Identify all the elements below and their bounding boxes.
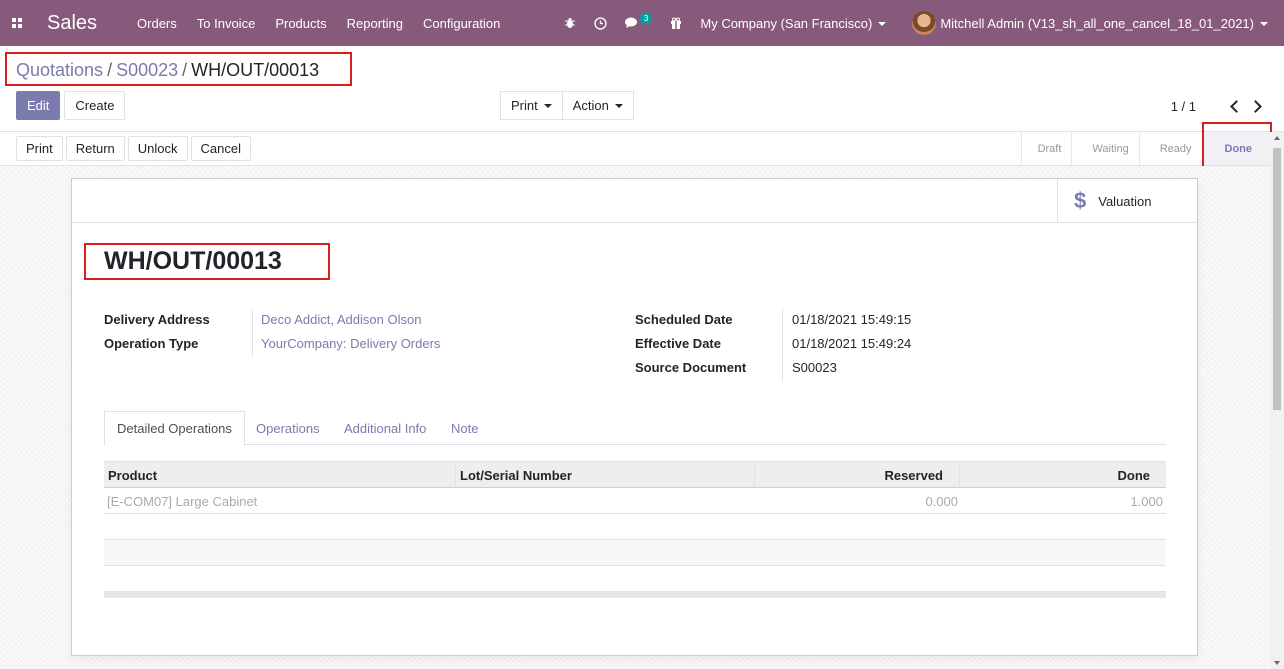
messages-icon[interactable]: 3 [624,12,653,29]
stage-ready: Ready [1138,132,1202,165]
column-lot-serial[interactable]: Lot/Serial Number [460,462,572,488]
row-reserved: 0.000 [925,493,958,509]
chevron-down-icon [614,103,623,108]
operation-type-value[interactable]: YourCompany: Delivery Orders [261,336,440,351]
apps-menu-icon[interactable] [0,0,34,46]
scrollbar[interactable] [1270,132,1284,669]
tab-detailed-operations[interactable]: Detailed Operations [104,411,245,446]
empty-row [104,566,1166,592]
table-row[interactable]: [E-COM07] Large Cabinet 0.000 1.000 [104,488,1166,514]
source-document-label: Source Document [635,360,747,375]
gift-icon[interactable] [670,17,682,29]
valuation-button[interactable]: $ Valuation [1057,179,1169,223]
user-avatar[interactable] [912,11,937,35]
column-reserved[interactable]: Reserved [884,462,943,488]
cancel-button[interactable]: Cancel [190,136,251,161]
stage-draft: Draft [1020,132,1072,165]
company-switcher[interactable]: My Company (San Francisco) [700,15,887,31]
valuation-label: Valuation [1098,193,1152,209]
record-title: WH/OUT/00013 [104,247,282,275]
clock-icon[interactable] [594,16,607,30]
menu-reporting[interactable]: Reporting [347,16,403,31]
stage-waiting: Waiting [1071,132,1138,165]
scroll-down-icon[interactable] [1274,661,1280,665]
create-button[interactable]: Create [64,91,126,120]
message-count-badge: 3 [639,12,653,24]
tab-note[interactable]: Note [439,411,490,445]
breadcrumb: Quotations / S00023/WH/OUT/00013 [16,60,320,80]
tab-additional-info[interactable]: Additional Info [332,411,438,445]
chevron-down-icon [1260,22,1268,27]
effective-date-value: 01/18/2021 15:49:24 [792,336,912,351]
scroll-up-icon[interactable] [1274,136,1280,140]
scrollbar-thumb[interactable] [1273,148,1281,410]
effective-date-label: Effective Date [635,336,721,351]
empty-row [104,540,1166,566]
print-button[interactable]: Print [16,136,63,161]
statusbar: Print Return Unlock Cancel Draft Waiting… [0,122,1284,179]
pager-next-icon[interactable] [1249,100,1262,113]
print-dropdown-label: Print [511,98,538,113]
form-sheet: $ Valuation WH/OUT/00013 Delivery Addres… [71,178,1198,656]
return-button[interactable]: Return [65,136,125,161]
table-header: Product Lot/Serial Number Reserved Done [104,461,1166,488]
pager-value[interactable]: 1 / 1 [1171,99,1196,114]
systray: 3 My Company (San Francisco) Mitchell Ad… [564,0,1284,46]
menu-to-invoice[interactable]: To Invoice [197,16,256,31]
top-navbar: Sales Orders To Invoice Products Reporti… [0,0,1284,46]
edit-button[interactable]: Edit [16,91,61,120]
action-dropdown[interactable]: Action [562,91,634,120]
chevron-down-icon [878,22,887,27]
button-box: $ Valuation [72,179,1197,223]
row-product: [E-COM07] Large Cabinet [107,493,258,509]
user-menu[interactable]: Mitchell Admin (V13_sh_all_one_cancel_18… [940,16,1268,31]
stage-done: Done [1201,132,1272,165]
print-dropdown[interactable]: Print [500,91,563,120]
delivery-address-value[interactable]: Deco Addict, Addison Olson [261,312,421,327]
operation-type-label: Operation Type [104,336,199,351]
action-dropdown-label: Action [572,98,609,113]
scheduled-date-value: 01/18/2021 15:49:15 [792,312,912,327]
app-name[interactable]: Sales [47,12,97,35]
row-done: 1.000 [1130,493,1163,509]
user-name: Mitchell Admin (V13_sh_all_one_cancel_18… [940,15,1254,31]
unlock-button[interactable]: Unlock [127,136,188,161]
breadcrumb-current: WH/OUT/00013 [191,60,320,80]
pager-previous-icon[interactable] [1230,100,1243,113]
menu-configuration[interactable]: Configuration [423,16,500,31]
delivery-address-label: Delivery Address [104,312,210,327]
control-panel: Quotations / S00023/WH/OUT/00013 Edit Crea… [0,46,1284,132]
source-document-value: S00023 [792,360,837,375]
scheduled-date-label: Scheduled Date [635,312,733,327]
tab-operations[interactable]: Operations [244,411,332,445]
column-product[interactable]: Product [108,462,157,488]
breadcrumb-quotations[interactable]: Quotations [16,60,103,80]
column-done[interactable]: Done [1118,462,1151,488]
breadcrumb-sale-order[interactable]: S00023 [116,60,178,80]
menu-orders[interactable]: Orders [137,16,177,31]
notebook-tabs: Detailed Operations Operations Additiona… [104,411,1166,446]
empty-row [104,514,1166,540]
stage-pipeline: Draft Waiting Ready Done [1020,132,1272,165]
chevron-down-icon [543,103,552,108]
table-footer [104,592,1166,598]
company-name: My Company (San Francisco) [700,15,873,31]
move-lines-table: Product Lot/Serial Number Reserved Done … [104,461,1166,598]
menu-products[interactable]: Products [275,16,326,31]
bug-icon[interactable] [564,17,576,29]
dollar-icon: $ [1074,188,1087,213]
